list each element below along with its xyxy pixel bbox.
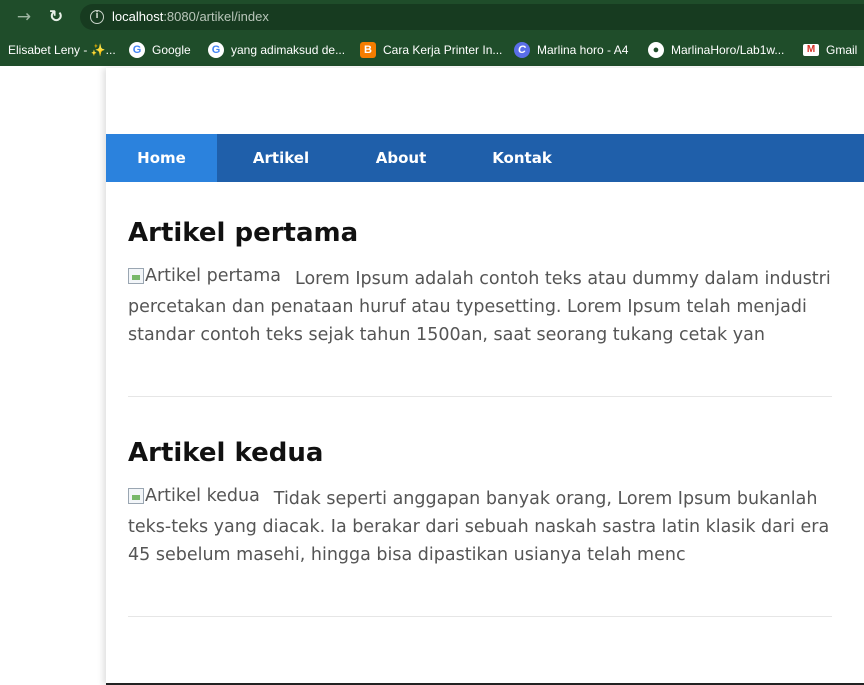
reload-icon[interactable]: ↻ [46, 7, 66, 27]
bookmark-label: Marlina horo - A4 [537, 43, 629, 57]
bookmark-item[interactable]: B Cara Kerja Printer In... [360, 41, 502, 59]
bookmark-item[interactable]: Elisabet Leny - ✨... [8, 41, 116, 59]
nav-about[interactable]: About [352, 134, 450, 182]
bookmark-item[interactable]: M Gmail [803, 41, 857, 59]
article-body: Artikel kedua Tidak seperti anggapan bany… [128, 482, 832, 569]
blogger-icon: B [360, 42, 376, 58]
google-icon: G [129, 42, 145, 58]
bookmark-item[interactable]: G Google [129, 41, 191, 59]
bookmark-item[interactable]: ● MarlinaHoro/Lab1w... [648, 41, 784, 59]
bookmark-label: yang adimaksud de... [231, 43, 346, 57]
bookmark-label: Elisabet Leny - ✨... [8, 43, 116, 57]
image-alt-text: Artikel kedua [145, 486, 260, 506]
google-icon: G [208, 42, 224, 58]
bookmark-label: Gmail [826, 43, 858, 57]
article-divider [128, 396, 832, 397]
bookmarks-bar: Elisabet Leny - ✨... G Google G yang adi… [0, 34, 864, 66]
article-body: Artikel pertama Lorem Ipsum adalah contoh… [128, 262, 832, 349]
bookmark-label: MarlinaHoro/Lab1w... [671, 43, 785, 57]
nav-home[interactable]: Home [106, 134, 217, 182]
bookmark-label: Google [152, 43, 191, 57]
broken-image-icon [128, 268, 144, 284]
nav-artikel[interactable]: Artikel [230, 134, 332, 182]
bookmark-label: Cara Kerja Printer In... [383, 43, 503, 57]
article-title[interactable]: Artikel kedua [128, 438, 832, 468]
page-container: Home Artikel About Kontak Artikel pertam… [106, 68, 864, 685]
page-margin [0, 68, 106, 685]
browser-toolbar: → ↻ i localhost:8080/artikel/index [0, 0, 864, 34]
gmail-icon: M [803, 44, 819, 56]
bookmark-item[interactable]: G yang adimaksud de... [208, 41, 345, 59]
address-bar[interactable]: i localhost:8080/artikel/index [80, 4, 864, 30]
url-path: :8080/artikel/index [163, 9, 269, 24]
article-image: Artikel pertama [128, 262, 281, 290]
article-title[interactable]: Artikel pertama [128, 218, 832, 248]
bookmark-item[interactable]: C Marlina horo - A4 [514, 41, 628, 59]
article-card: Artikel kedua Artikel kedua Tidak seperti… [128, 438, 832, 569]
info-icon[interactable]: i [90, 10, 104, 24]
main-navbar: Home Artikel About Kontak [106, 134, 864, 182]
article-divider [128, 616, 832, 617]
url-host: localhost [112, 9, 164, 24]
broken-image-icon [128, 488, 144, 504]
url-text: localhost:8080/artikel/index [112, 9, 269, 24]
back-arrow-icon[interactable]: → [14, 7, 34, 27]
github-icon: ● [648, 42, 664, 58]
canva-icon: C [514, 42, 530, 58]
image-alt-text: Artikel pertama [145, 266, 282, 286]
article-image: Artikel kedua [128, 482, 260, 510]
nav-kontak[interactable]: Kontak [472, 134, 572, 182]
article-card: Artikel pertama Artikel pertama Lorem Ips… [128, 218, 832, 349]
